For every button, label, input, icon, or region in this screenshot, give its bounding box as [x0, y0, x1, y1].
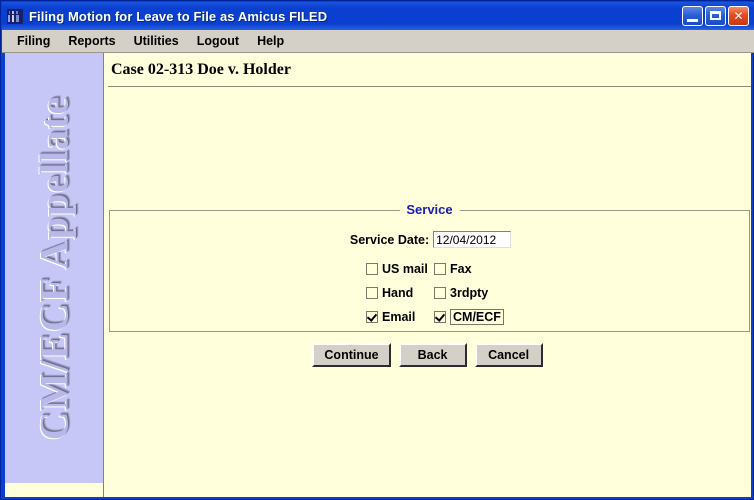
content-pane: Case 02-313 Doe v. Holder Service Servic…	[104, 53, 751, 497]
checkbox-label-us-mail: US mail	[382, 262, 428, 276]
continue-button[interactable]: Continue	[312, 343, 391, 367]
action-button-row: Continue Back Cancel	[104, 343, 751, 367]
close-icon: ✕	[733, 9, 744, 23]
service-date-input[interactable]	[433, 231, 512, 248]
close-button[interactable]: ✕	[728, 6, 749, 26]
sidebar-brand-label: CM/ECF Appellate	[31, 95, 77, 441]
checkbox-us-mail[interactable]	[366, 263, 378, 275]
checkbox-hand-cell[interactable]: Hand	[366, 286, 413, 300]
checkbox-cmecf[interactable]	[434, 311, 446, 323]
sidebar-bottom-filler	[5, 483, 104, 497]
checkbox-hand[interactable]	[366, 287, 378, 299]
checkbox-label-fax: Fax	[450, 262, 472, 276]
menu-item-help[interactable]: Help	[248, 32, 293, 51]
checkbox-email[interactable]	[366, 311, 378, 323]
service-method-row-2: Hand 3rdpty	[110, 283, 751, 303]
sidebar-brand-panel: CM/ECF Appellate	[5, 53, 104, 483]
case-header: Case 02-313 Doe v. Holder	[104, 53, 751, 86]
application-window: Filing Motion for Leave to File as Amicu…	[0, 0, 754, 500]
checkbox-fax[interactable]	[434, 263, 446, 275]
checkbox-label-cmecf: CM/ECF	[450, 309, 504, 325]
maximize-button[interactable]	[705, 6, 726, 26]
checkbox-3rdpty[interactable]	[434, 287, 446, 299]
title-bar: Filing Motion for Leave to File as Amicu…	[2, 2, 754, 30]
service-date-row: Service Date:	[110, 231, 751, 248]
checkbox-label-email: Email	[382, 310, 416, 324]
back-button[interactable]: Back	[398, 343, 467, 367]
window-title: Filing Motion for Leave to File as Amicu…	[29, 8, 328, 24]
checkbox-email-cell[interactable]: Email	[366, 310, 415, 324]
checkbox-label-3rdpty: 3rdpty	[450, 286, 489, 300]
minimize-button[interactable]	[682, 6, 703, 26]
cmecf-app-icon	[7, 8, 23, 24]
service-method-row-3: Email CM/ECF	[110, 307, 751, 327]
menu-item-logout[interactable]: Logout	[188, 32, 248, 51]
service-legend: Service	[399, 202, 460, 217]
checkbox-cmecf-cell[interactable]: CM/ECF	[434, 309, 504, 325]
menu-item-utilities[interactable]: Utilities	[125, 32, 188, 51]
checkbox-3rdpty-cell[interactable]: 3rdpty	[434, 286, 488, 300]
cancel-button[interactable]: Cancel	[474, 343, 543, 367]
client-area: CM/ECF Appellate Case 02-313 Doe v. Hold…	[5, 53, 751, 497]
page-title: Case 02-313 Doe v. Holder	[111, 60, 291, 78]
menu-bar: Filing Reports Utilities Logout Help	[2, 30, 754, 53]
checkbox-fax-cell[interactable]: Fax	[434, 262, 472, 276]
window-controls: ✕	[682, 6, 749, 26]
menu-item-filing[interactable]: Filing	[8, 32, 59, 51]
service-fieldset: Service Service Date: US mail Fax	[109, 202, 751, 332]
checkbox-label-hand: Hand	[382, 286, 414, 300]
service-date-label: Service Date:	[349, 232, 430, 247]
menu-item-reports[interactable]: Reports	[59, 32, 124, 51]
service-method-row-1: US mail Fax	[110, 259, 751, 279]
checkbox-us-mail-cell[interactable]: US mail	[366, 262, 428, 276]
header-divider	[108, 86, 751, 87]
